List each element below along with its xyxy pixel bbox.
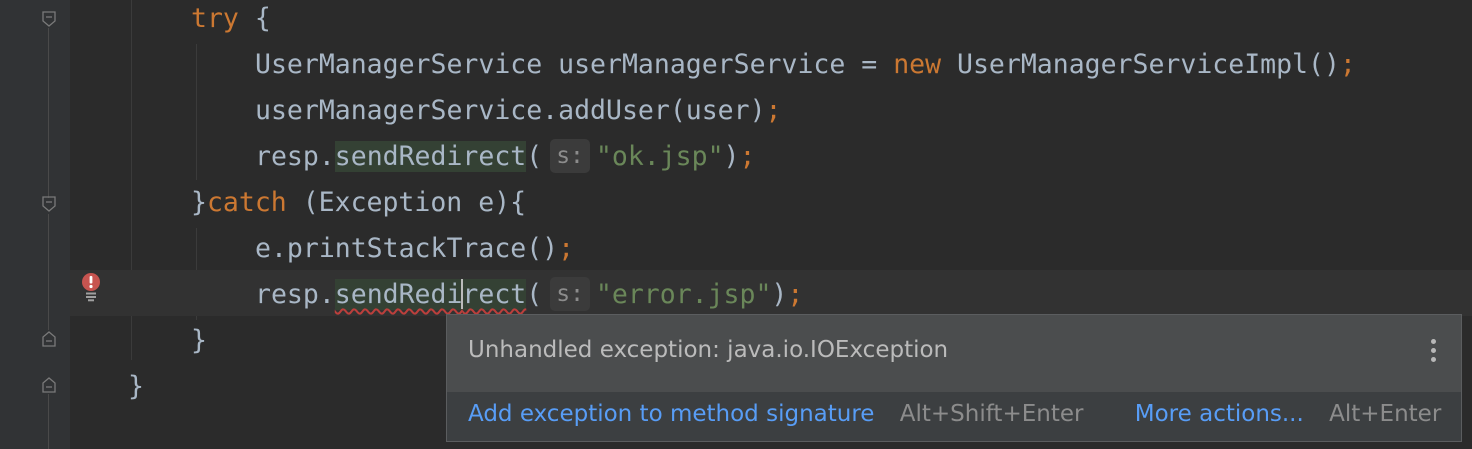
code-text: resp.: [255, 141, 335, 172]
keyword-try: try: [191, 3, 239, 34]
parameter-hint: s:: [550, 276, 590, 311]
fold-range-line: [48, 214, 49, 330]
method-call-highlight: sendRedirect: [334, 141, 527, 172]
code-line-5[interactable]: }catch (Exception e){: [191, 180, 526, 226]
method-name-part: sendRedi: [334, 279, 463, 310]
code-line-7[interactable]: resp.sendRedirect(s: "error.jsp");: [255, 272, 803, 318]
code-text: resp.: [255, 279, 335, 310]
code-line-4[interactable]: resp.sendRedirect(s: "ok.jsp");: [255, 134, 755, 180]
code-text: (: [526, 279, 543, 310]
closing-brace: }: [128, 371, 144, 402]
code-line-8[interactable]: }: [191, 318, 207, 364]
more-actions-shortcut: Alt+Enter: [1329, 401, 1442, 427]
code-line-9[interactable]: }: [128, 364, 144, 410]
method-call-error[interactable]: sendRedirect: [334, 278, 527, 310]
error-bulb-icon[interactable]: [80, 272, 102, 302]
semicolon: ;: [1339, 49, 1356, 80]
code-text: {: [238, 3, 271, 34]
more-vertical-icon[interactable]: [1431, 339, 1437, 367]
semicolon: ;: [765, 95, 782, 126]
error-message: Unhandled exception: java.io.IOException: [468, 337, 949, 363]
semicolon: ;: [558, 233, 575, 264]
string-literal: "ok.jsp": [595, 141, 724, 172]
editor-gutter: [0, 0, 70, 449]
code-text: ): [771, 279, 788, 310]
string-literal: "error.jsp": [595, 279, 772, 310]
code-line-6[interactable]: e.printStackTrace();: [255, 226, 574, 272]
keyword-new: new: [893, 49, 942, 80]
add-exception-link[interactable]: Add exception to method signature: [468, 401, 874, 427]
fold-end-icon[interactable]: [41, 331, 57, 347]
code-text: userManagerService.addUser(user): [255, 95, 766, 126]
code-line-2[interactable]: UserManagerService userManagerService = …: [255, 42, 1356, 88]
semicolon: ;: [787, 279, 804, 310]
closing-brace: }: [191, 325, 207, 356]
text-caret: [461, 278, 464, 309]
popup-actions: Add exception to method signature Alt+Sh…: [468, 401, 1441, 427]
code-text: e.printStackTrace(): [255, 233, 559, 264]
code-text: }: [191, 187, 207, 218]
add-exception-shortcut: Alt+Shift+Enter: [899, 401, 1084, 427]
fold-range-line: [48, 394, 49, 449]
code-text: (: [526, 141, 543, 172]
fold-end-icon[interactable]: [41, 377, 57, 393]
more-actions-link[interactable]: More actions...: [1135, 401, 1304, 427]
popup-header: Unhandled exception: java.io.IOException: [447, 315, 1461, 392]
parameter-hint: s:: [550, 138, 590, 173]
code-text: UserManagerService userManagerService =: [255, 49, 894, 80]
keyword-catch: catch: [206, 187, 287, 218]
code-line-3[interactable]: userManagerService.addUser(user);: [255, 88, 782, 134]
indent-guide: [196, 44, 197, 180]
method-name-part: rect: [462, 279, 527, 310]
fold-collapse-icon[interactable]: [41, 196, 57, 212]
error-popup: Unhandled exception: java.io.IOException…: [446, 314, 1462, 442]
code-text: UserManagerServiceImpl(): [941, 49, 1340, 80]
fold-range-line: [48, 28, 49, 198]
semicolon: ;: [739, 141, 756, 172]
code-text: (Exception e){: [286, 187, 527, 218]
code-text: ): [723, 141, 740, 172]
fold-collapse-icon[interactable]: [41, 11, 57, 27]
code-line-1[interactable]: try {: [191, 0, 271, 42]
